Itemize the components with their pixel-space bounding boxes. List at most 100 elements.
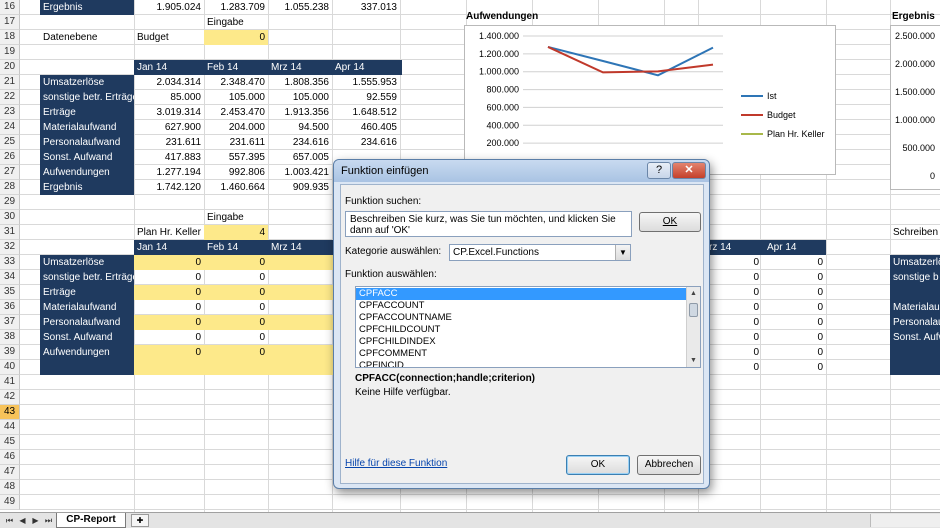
insert-function-dialog[interactable]: Funktion einfügen ? ✕ Funktion suchen: B… <box>333 159 710 489</box>
row-header[interactable]: 30 <box>0 210 20 225</box>
value-cell[interactable]: 0 <box>204 315 268 330</box>
row-header[interactable]: 27 <box>0 165 20 180</box>
value-cell[interactable]: 0 <box>134 255 204 270</box>
plan-label[interactable]: Plan Hr. Keller <box>134 225 204 240</box>
value-cell[interactable]: 1.003.421 <box>268 165 332 180</box>
cancel-button[interactable]: Abbrechen <box>637 455 701 475</box>
month-header[interactable]: Jan 14 <box>134 60 204 75</box>
value-cell[interactable]: 1.555.953 <box>332 75 400 90</box>
value-cell[interactable]: 2.348.470 <box>204 75 268 90</box>
row-label[interactable] <box>890 285 940 300</box>
row-label[interactable]: Materialaufwand <box>40 120 134 135</box>
row-header[interactable]: 48 <box>0 480 20 495</box>
ergebnis-label[interactable]: Ergebnis <box>40 0 134 15</box>
value-cell[interactable]: 0 <box>762 270 826 285</box>
ok-button[interactable]: OK <box>566 455 630 475</box>
month-header[interactable]: rz 14 <box>706 240 762 255</box>
value-cell[interactable]: 1.460.664 <box>204 180 268 195</box>
row-header[interactable]: 32 <box>0 240 20 255</box>
ergebnis-value[interactable]: 1.283.709 <box>204 0 268 15</box>
row-label[interactable]: sonstige b <box>890 270 940 285</box>
value-cell[interactable]: 0 <box>762 300 826 315</box>
help-link[interactable]: Hilfe für diese Funktion <box>345 458 447 469</box>
row-label[interactable]: Sonst. Aufwand <box>40 330 134 345</box>
function-list-item[interactable]: CPFACC <box>356 288 700 300</box>
value-cell[interactable]: 0 <box>204 300 268 315</box>
function-list[interactable]: CPFACC CPFACCOUNT CPFACCOUNTNAME CPFCHILDCO… <box>355 286 701 368</box>
ergebnis-value[interactable]: 1.055.238 <box>268 0 332 15</box>
row-header[interactable]: 29 <box>0 195 20 210</box>
value-cell[interactable]: 234.616 <box>332 135 400 150</box>
value-cell[interactable]: 231.611 <box>134 135 204 150</box>
row-header[interactable]: 43 <box>0 405 20 420</box>
function-list-item[interactable]: CPFCHILDCOUNT <box>356 324 700 336</box>
function-list-item[interactable]: CPFINCID <box>356 360 700 367</box>
row-header[interactable]: 47 <box>0 465 20 480</box>
datenebene-input[interactable]: 0 <box>204 30 268 45</box>
row-header[interactable]: 34 <box>0 270 20 285</box>
row-label[interactable]: Sonst. Aufwand <box>40 150 134 165</box>
value-cell[interactable]: 231.611 <box>204 135 268 150</box>
row-label[interactable]: Erträge <box>40 105 134 120</box>
search-function-input[interactable]: Beschreiben Sie kurz, was Sie tun möchte… <box>345 211 632 237</box>
row-header[interactable]: 38 <box>0 330 20 345</box>
month-header[interactable]: Apr 14 <box>764 240 826 255</box>
month-header[interactable]: Feb 14 <box>204 240 268 255</box>
row-header[interactable]: 28 <box>0 180 20 195</box>
value-cell[interactable]: 460.405 <box>332 120 400 135</box>
eingabe-label[interactable]: Eingabe <box>204 210 268 225</box>
row-header[interactable]: 21 <box>0 75 20 90</box>
value-cell[interactable]: 1.808.356 <box>268 75 332 90</box>
row-header[interactable]: 23 <box>0 105 20 120</box>
row-header[interactable]: 17 <box>0 15 20 30</box>
value-cell[interactable]: 657.005 <box>268 150 332 165</box>
value-cell[interactable]: 0 <box>134 345 204 360</box>
horizontal-scrollbar[interactable] <box>870 514 940 527</box>
value-cell[interactable]: 3.019.314 <box>134 105 204 120</box>
row-header[interactable]: 20 <box>0 60 20 75</box>
chevron-down-icon[interactable]: ▼ <box>615 245 630 260</box>
row-label[interactable]: Umsatzerlö <box>890 255 940 270</box>
row-label[interactable]: Ergebnis <box>40 180 134 195</box>
row-header[interactable]: 42 <box>0 390 20 405</box>
eingabe-label[interactable]: Eingabe <box>204 15 268 30</box>
row-label[interactable]: Personalaufwand <box>40 135 134 150</box>
value-cell[interactable]: 0 <box>134 315 204 330</box>
value-cell[interactable]: 1.277.194 <box>134 165 204 180</box>
value-cell[interactable]: 0 <box>762 255 826 270</box>
datenebene-label[interactable]: Datenebene <box>40 30 134 45</box>
row-label[interactable]: Umsatzerlöse <box>40 75 134 90</box>
function-list-item[interactable]: CPFCHILDINDEX <box>356 336 700 348</box>
ergebnis-value[interactable]: 1.905.024 <box>134 0 204 15</box>
row-header[interactable]: 46 <box>0 450 20 465</box>
last-sheet-icon[interactable]: ⏭ <box>43 515 54 526</box>
value-cell[interactable]: 0 <box>134 300 204 315</box>
row-label[interactable]: Aufwendungen <box>40 165 134 180</box>
row-header[interactable]: 31 <box>0 225 20 240</box>
value-cell[interactable]: 2.453.470 <box>204 105 268 120</box>
row-header[interactable]: 19 <box>0 45 20 60</box>
row-header[interactable]: 33 <box>0 255 20 270</box>
row-label[interactable]: Personalau <box>890 315 940 330</box>
plan-input[interactable]: 4 <box>204 225 268 240</box>
row-header[interactable]: 40 <box>0 360 20 375</box>
next-sheet-icon[interactable]: ▶ <box>30 515 41 526</box>
row-header[interactable]: 49 <box>0 495 20 510</box>
value-cell[interactable]: 0 <box>134 270 204 285</box>
value-cell[interactable]: 0 <box>134 330 204 345</box>
sheet-tab-cp-report[interactable]: CP-Report <box>56 513 126 528</box>
value-cell[interactable]: 92.559 <box>332 90 400 105</box>
row-header[interactable]: 41 <box>0 375 20 390</box>
row-header[interactable]: 16 <box>0 0 20 15</box>
function-list-scrollbar[interactable]: ▲ ▼ <box>686 287 700 367</box>
row-header[interactable]: 18 <box>0 30 20 45</box>
row-label[interactable]: Materialau <box>890 300 940 315</box>
row-label[interactable]: Aufwendungen <box>40 345 134 360</box>
row-label[interactable]: Personalaufwand <box>40 315 134 330</box>
value-cell[interactable]: 1.913.356 <box>268 105 332 120</box>
row-label[interactable]: Erträge <box>40 285 134 300</box>
month-header[interactable]: Feb 14 <box>204 60 268 75</box>
value-cell[interactable]: 0 <box>762 330 826 345</box>
row-label[interactable]: Umsatzerlöse <box>40 255 134 270</box>
month-header[interactable]: Mrz 14 <box>268 60 332 75</box>
